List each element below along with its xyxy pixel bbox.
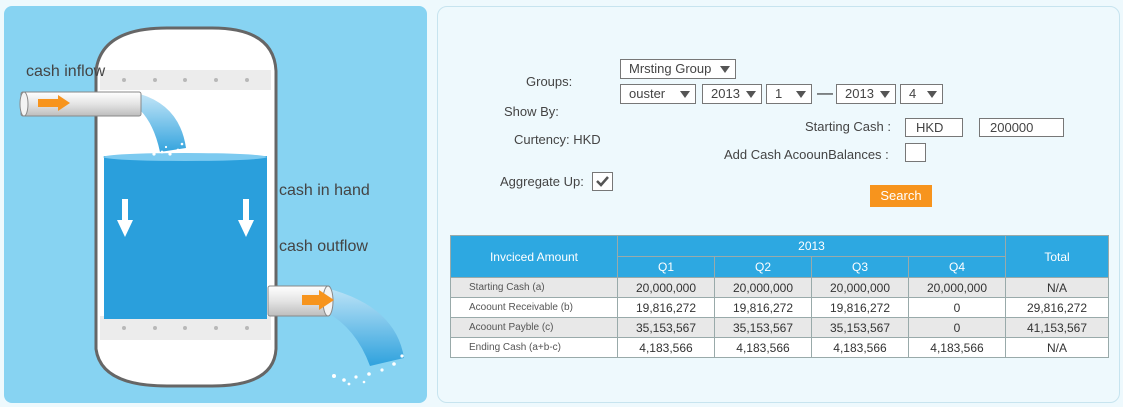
- table-cell: 4,183,566: [714, 337, 812, 358]
- table-cell: 35,153,567: [617, 317, 715, 338]
- cash-in-hand-label: cash in hand: [279, 182, 370, 199]
- table-cell: 20,000,000: [811, 277, 909, 298]
- range-dash: —: [817, 85, 833, 102]
- table-cell: 0: [908, 297, 1006, 318]
- add-balances-checkbox[interactable]: [905, 143, 926, 162]
- year-header: 2013: [617, 235, 1006, 257]
- table-cell: 19,816,272: [617, 297, 715, 318]
- table-row: Starting Cash (a) 20,000,000 20,000,000 …: [450, 277, 1109, 298]
- quarter-header-q1: Q1: [617, 256, 715, 278]
- chevron-down-icon: [680, 91, 690, 98]
- quarter-header-q4: Q4: [908, 256, 1006, 278]
- row-label: Starting Cash (a): [450, 277, 618, 298]
- row-total: N/A: [1005, 277, 1109, 298]
- chevron-down-icon: [880, 91, 890, 98]
- row-total: N/A: [1005, 337, 1109, 358]
- starting-cash-currency-field[interactable]: HKD: [905, 118, 963, 137]
- row-label: Ending Cash (a+b-c): [450, 337, 618, 358]
- outflow-stream: [326, 288, 404, 366]
- end-quarter-value: 4: [909, 86, 917, 101]
- row-total: 41,153,567: [1005, 317, 1109, 338]
- cash-in-hand-water: [104, 156, 267, 319]
- chevron-down-icon: [796, 91, 806, 98]
- show-by-select-value: ouster: [629, 86, 666, 101]
- end-year-select[interactable]: 2013: [836, 84, 896, 104]
- quarter-header-q2: Q2: [714, 256, 812, 278]
- chevron-down-icon: [720, 66, 730, 73]
- add-balances-label: Add Cash AcoounBalances :: [724, 147, 889, 162]
- total-header: Total: [1005, 235, 1109, 278]
- aggregate-checkbox[interactable]: [592, 172, 613, 191]
- table-cell: 4,183,566: [617, 337, 715, 358]
- cash-summary-table: Invciced Amount 2013 Total Q1 Q2 Q3 Q4 S…: [450, 235, 1109, 358]
- end-year-value: 2013: [845, 86, 874, 101]
- start-quarter-value: 1: [775, 86, 783, 101]
- table-cell: 20,000,000: [617, 277, 715, 298]
- show-by-select[interactable]: ouster: [620, 84, 696, 104]
- table-cell: 20,000,000: [908, 277, 1006, 298]
- group-select-value: Mrsting Group: [629, 61, 712, 76]
- table-cell: 19,816,272: [714, 297, 812, 318]
- start-year-value: 2013: [711, 86, 740, 101]
- row-label: Acoount Receivable (b): [450, 297, 618, 318]
- currency-label: Curtency: HKD: [514, 132, 601, 147]
- table-row: Acoount Payble (c) 35,153,567 35,153,567…: [450, 317, 1109, 338]
- start-quarter-select[interactable]: 1: [766, 84, 812, 104]
- table-cell: 35,153,567: [811, 317, 909, 338]
- table-cell: 0: [908, 317, 1006, 338]
- search-button[interactable]: Search: [870, 185, 932, 207]
- table-cell: 19,816,272: [811, 297, 909, 318]
- aggregate-label: Aggregate Up:: [500, 174, 584, 189]
- table-cell: 4,183,566: [908, 337, 1006, 358]
- table-row: Ending Cash (a+b-c) 4,183,566 4,183,566 …: [450, 337, 1109, 358]
- table-cell: 4,183,566: [811, 337, 909, 358]
- checkmark-icon: [596, 176, 609, 187]
- end-quarter-select[interactable]: 4: [900, 84, 943, 104]
- group-select[interactable]: Mrsting Group: [620, 59, 736, 79]
- starting-cash-amount-field[interactable]: 200000: [979, 118, 1064, 137]
- table-row: Acoount Receivable (b) 19,816,272 19,816…: [450, 297, 1109, 318]
- cash-flow-diagram: cash inflow cash in hand cash outflow: [4, 6, 427, 403]
- table-cell: 20,000,000: [714, 277, 812, 298]
- row-total: 29,816,272: [1005, 297, 1109, 318]
- corner-header: Invciced Amount: [450, 235, 618, 278]
- quarter-header-q3: Q3: [811, 256, 909, 278]
- chevron-down-icon: [927, 91, 937, 98]
- start-year-select[interactable]: 2013: [702, 84, 762, 104]
- row-label: Acoount Payble (c): [450, 317, 618, 338]
- groups-label: Groups:: [526, 74, 573, 89]
- cash-outflow-label: cash outflow: [279, 238, 368, 255]
- table-cell: 35,153,567: [714, 317, 812, 338]
- show-by-label: Show By:: [504, 104, 559, 119]
- cash-inflow-label: cash inflow: [26, 63, 106, 80]
- cash-report-panel: Groups: Show By: Curtency: HKD Aggregate…: [437, 6, 1120, 403]
- chevron-down-icon: [746, 91, 756, 98]
- starting-cash-label: Starting Cash :: [805, 119, 891, 134]
